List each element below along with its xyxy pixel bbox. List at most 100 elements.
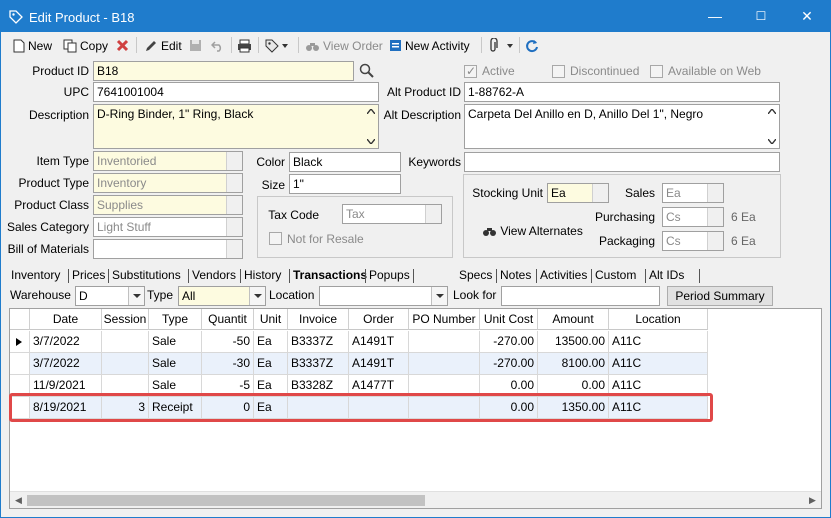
tag-menu-button[interactable] <box>265 36 288 54</box>
column-header-po-number[interactable]: PO Number <box>409 309 480 330</box>
delete-button[interactable] <box>116 36 132 54</box>
minimize-button[interactable]: — <box>692 1 738 32</box>
description-field[interactable]: D-Ring Binder, 1" Ring, Black <box>93 104 379 149</box>
scroll-right-icon[interactable]: ▶ <box>804 492 821 508</box>
new-button[interactable]: New <box>13 36 52 54</box>
cell-invoice[interactable]: B3337Z <box>288 353 349 375</box>
cell-quantit[interactable]: -50 <box>202 331 254 353</box>
cell-date[interactable]: 3/7/2022 <box>30 331 102 353</box>
tab-prices[interactable]: Prices <box>72 268 105 282</box>
column-header-unit-cost[interactable]: Unit Cost <box>480 309 538 330</box>
close-button[interactable]: ✕ <box>784 1 830 32</box>
tax-code-field[interactable]: Tax <box>342 204 442 224</box>
cell-order[interactable]: A1491T <box>349 353 409 375</box>
cell-amount[interactable]: 8100.00 <box>538 353 609 375</box>
column-header-date[interactable]: Date <box>30 309 102 330</box>
view-alternates-button[interactable]: View Alternates <box>482 223 583 238</box>
stocking-unit-lookup-button[interactable] <box>592 184 608 202</box>
cell-quantit[interactable]: -30 <box>202 353 254 375</box>
chevron-up-icon[interactable] <box>367 109 375 114</box>
warehouse-select[interactable]: D <box>75 286 145 306</box>
cell-unit[interactable]: Ea <box>254 353 288 375</box>
scroll-left-icon[interactable]: ◀ <box>10 492 27 508</box>
product-type-field[interactable]: Inventory <box>93 173 243 193</box>
tab-specs[interactable]: Specs <box>459 268 492 282</box>
keywords-field[interactable] <box>464 152 780 172</box>
item-type-lookup-button[interactable] <box>226 152 242 170</box>
column-header-order[interactable]: Order <box>349 309 409 330</box>
column-header-invoice[interactable]: Invoice <box>288 309 349 330</box>
tab-activities[interactable]: Activities <box>540 268 587 282</box>
location-filter-select[interactable] <box>319 286 448 306</box>
tab-substitutions[interactable]: Substitutions <box>112 268 181 282</box>
cell-po-number[interactable] <box>409 331 480 353</box>
maximize-button[interactable]: ☐ <box>738 1 784 32</box>
cell-type[interactable]: Sale <box>149 353 202 375</box>
cell-po-number[interactable] <box>409 353 480 375</box>
cell-session[interactable] <box>102 353 149 375</box>
cell-date[interactable]: 3/7/2022 <box>30 353 102 375</box>
search-icon[interactable] <box>359 63 374 78</box>
tab-custom[interactable]: Custom <box>595 268 636 282</box>
copy-button[interactable]: Copy <box>63 36 108 54</box>
tab-history[interactable]: History <box>244 268 281 282</box>
alt-product-id-field[interactable]: 1-88762-A <box>464 82 780 102</box>
new-activity-button[interactable]: New Activity <box>389 36 470 54</box>
column-header-quantit[interactable]: Quantit <box>202 309 254 330</box>
purchasing-unit-lookup-button[interactable] <box>707 208 723 226</box>
table-row[interactable]: 3/7/2022 Sale -50 Ea B3337Z A1491T -270.00 1350… <box>10 331 708 353</box>
cell-type[interactable]: Sale <box>149 331 202 353</box>
save-button[interactable] <box>189 36 205 54</box>
sales-unit-field[interactable]: Ea <box>662 183 724 203</box>
cell-invoice[interactable]: B3337Z <box>288 331 349 353</box>
tab-inventory[interactable]: Inventory <box>11 268 60 282</box>
location-filter-dropdown-button[interactable] <box>431 287 447 305</box>
print-button[interactable] <box>237 36 255 54</box>
period-summary-button[interactable]: Period Summary <box>667 286 773 306</box>
product-type-lookup-button[interactable] <box>226 174 242 192</box>
column-header-location[interactable]: Location <box>609 309 708 330</box>
table-row[interactable]: 3/7/2022 Sale -30 Ea B3337Z A1491T -270.00 8100… <box>10 353 708 375</box>
product-class-field[interactable]: Supplies <box>93 195 243 215</box>
attachment-menu-button[interactable] <box>489 36 513 54</box>
purchasing-unit-field[interactable]: Cs <box>662 207 724 227</box>
tax-code-lookup-button[interactable] <box>425 205 441 223</box>
edit-button[interactable]: Edit <box>144 36 182 54</box>
cell-location[interactable]: A11C <box>609 353 708 375</box>
look-for-input[interactable] <box>501 286 660 306</box>
size-field[interactable]: 1" <box>289 174 401 194</box>
column-header-amount[interactable]: Amount <box>538 309 609 330</box>
sales-category-lookup-button[interactable] <box>226 218 242 236</box>
packaging-unit-field[interactable]: Cs <box>662 231 724 251</box>
stocking-unit-field[interactable]: Ea <box>547 183 609 203</box>
item-type-field[interactable]: Inventoried <box>93 151 243 171</box>
undo-button[interactable] <box>211 36 227 54</box>
cell-unit-cost[interactable]: -270.00 <box>480 331 538 353</box>
cell-session[interactable] <box>102 331 149 353</box>
tab-notes[interactable]: Notes <box>500 268 531 282</box>
tab-transactions[interactable]: Transactions <box>293 268 367 282</box>
column-header-unit[interactable]: Unit <box>254 309 288 330</box>
chevron-up-icon[interactable] <box>768 109 776 114</box>
discontinued-checkbox[interactable] <box>552 65 565 78</box>
product-class-lookup-button[interactable] <box>226 196 242 214</box>
scrollbar-thumb[interactable] <box>27 495 425 506</box>
not-for-resale-checkbox[interactable] <box>269 232 282 245</box>
alt-description-field[interactable]: Carpeta Del Anillo en D, Anillo Del 1", … <box>464 104 780 149</box>
warehouse-dropdown-button[interactable] <box>128 287 144 305</box>
tab-popups[interactable]: Popups <box>369 268 410 282</box>
upc-field[interactable]: 7641001004 <box>93 82 379 102</box>
tab-alt-ids[interactable]: Alt IDs <box>649 268 684 282</box>
chevron-down-icon[interactable] <box>768 139 776 144</box>
active-checkbox[interactable] <box>464 64 477 78</box>
refresh-button[interactable] <box>525 36 542 54</box>
cell-amount[interactable]: 13500.00 <box>538 331 609 353</box>
bill-of-materials-lookup-button[interactable] <box>226 240 242 258</box>
sales-unit-lookup-button[interactable] <box>707 184 723 202</box>
tab-vendors[interactable]: Vendors <box>192 268 236 282</box>
sales-category-field[interactable]: Light Stuff <box>93 217 243 237</box>
cell-unit-cost[interactable]: -270.00 <box>480 353 538 375</box>
view-order-button[interactable]: View Order <box>305 36 383 54</box>
chevron-down-icon[interactable] <box>367 139 375 144</box>
column-header-type[interactable]: Type <box>149 309 202 330</box>
